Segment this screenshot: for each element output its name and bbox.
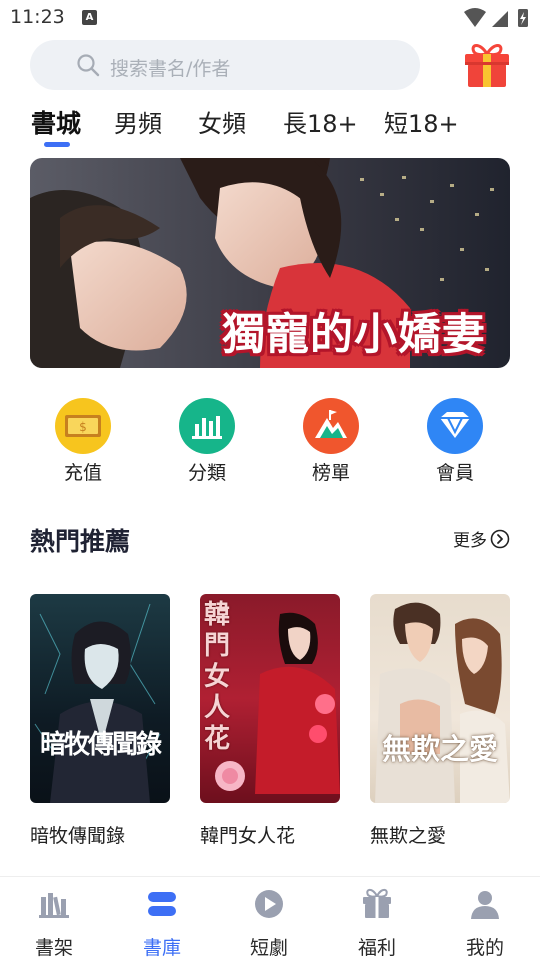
tab-female[interactable]: 女頻 (198, 104, 246, 139)
book-card[interactable]: 韓門女人花 韓門女人花 (200, 594, 340, 848)
play-icon (255, 890, 283, 918)
nav-library-label: 書庫 (142, 937, 181, 959)
notification-icon: A (82, 10, 97, 25)
section-title: 熱門推薦 (30, 527, 131, 556)
quick-recharge-label: 充值 (63, 462, 102, 484)
book-cover: 韓門女人花 (200, 594, 340, 803)
book-title: 無欺之愛 (370, 825, 447, 847)
nav-welfare[interactable]: 福利 (337, 887, 417, 960)
status-bar: 11:23 A (0, 0, 540, 36)
nav-short-drama-label: 短劇 (249, 937, 288, 959)
gift-icon[interactable] (462, 42, 512, 88)
book-cover-text: 無欺之愛 (381, 732, 498, 766)
book-card[interactable]: 無欺之愛 無欺之愛 (370, 594, 510, 848)
quick-actions: $ 充值 分類 榜單 會員 (0, 398, 540, 485)
book-cover-text: 韓門女人花 (203, 600, 230, 754)
nav-bookshelf[interactable]: 書架 (14, 887, 94, 960)
book-cover: 無欺之愛 (370, 594, 510, 803)
quick-recharge[interactable]: $ 充值 (38, 398, 128, 485)
quick-category-label: 分類 (187, 462, 226, 484)
nav-library[interactable]: 書庫 (122, 887, 202, 960)
book-card[interactable]: 暗牧傳聞錄 暗牧傳聞錄 (30, 594, 170, 848)
status-time: 11:23 (10, 6, 65, 28)
tab-short-18[interactable]: 短18+ (384, 104, 459, 139)
nav-bookshelf-label: 書架 (34, 937, 73, 959)
tab-indicator (44, 142, 70, 147)
book-cover: 暗牧傳聞錄 (30, 594, 170, 803)
notification-letter: A (85, 12, 94, 23)
tab-bookstore[interactable]: 書城 (31, 104, 81, 140)
diamond-icon (427, 398, 483, 454)
search-input[interactable]: 搜索書名/作者 (30, 40, 420, 90)
book-title: 韓門女人花 (200, 825, 296, 847)
chevron-right-circle-icon (490, 529, 510, 548)
tab-male[interactable]: 男頻 (114, 104, 162, 139)
quick-membership-label: 會員 (435, 462, 474, 484)
nav-profile-label: 我的 (465, 937, 504, 959)
bottom-navigation: 書架 書庫 短劇 福利 我的 (0, 876, 540, 960)
book-title: 暗牧傳聞錄 (30, 825, 126, 847)
book-cover-text: 暗牧傳聞錄 (39, 730, 162, 760)
quick-ranking-label: 榜單 (311, 462, 350, 484)
wifi-icon (464, 8, 486, 27)
bookshelf-icon (39, 893, 69, 918)
book-list: 暗牧傳聞錄 暗牧傳聞錄 韓門女人花 韓門女人花 無欺之愛 無欺之愛 (0, 594, 540, 854)
category-tabs: 書城 男頻 女頻 長18+ 短18+ (0, 104, 540, 150)
signal-icon (492, 11, 508, 27)
person-icon (471, 891, 499, 919)
promo-banner[interactable]: 獨寵的小嬌妻 (30, 158, 510, 368)
search-placeholder: 搜索書名/作者 (110, 58, 231, 80)
nav-profile[interactable]: 我的 (445, 887, 525, 960)
banner-caption: 獨寵的小嬌妻 (222, 310, 486, 360)
quick-membership[interactable]: 會員 (410, 398, 500, 485)
bar-chart-icon (179, 398, 235, 454)
tab-long-18[interactable]: 長18+ (283, 104, 358, 139)
gift-icon (363, 888, 391, 918)
quick-category[interactable]: 分類 (162, 398, 252, 485)
search-icon (77, 54, 100, 77)
search-row: 搜索書名/作者 (0, 40, 540, 92)
more-label: 更多 (453, 531, 487, 551)
nav-short-drama[interactable]: 短劇 (229, 887, 309, 960)
coin-icon: $ (55, 398, 111, 454)
library-icon (148, 892, 176, 916)
nav-welfare-label: 福利 (357, 937, 396, 959)
svg-text:$: $ (79, 420, 87, 434)
status-icons (464, 8, 528, 27)
more-button[interactable]: 更多 (453, 526, 510, 551)
quick-ranking[interactable]: 榜單 (286, 398, 376, 485)
mountain-flag-icon (303, 398, 359, 454)
